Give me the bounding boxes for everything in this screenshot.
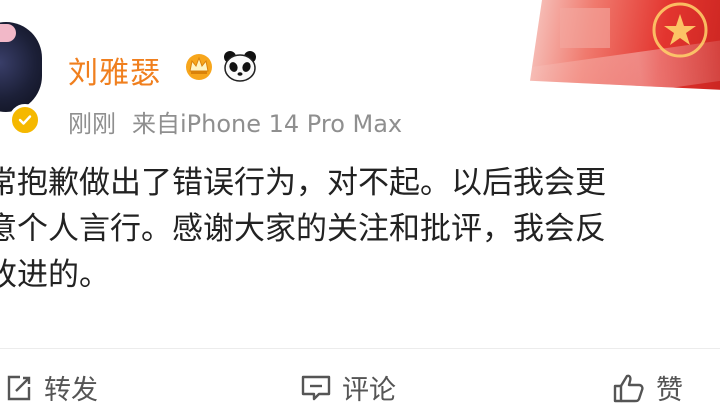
repost-label: 转发 (44, 375, 98, 406)
repost-button[interactable]: 转发 (4, 368, 98, 407)
post-content-line: 意个人言行。感谢大家的关注和批评，我会反 (0, 211, 606, 247)
comment-label: 评论 (342, 375, 396, 406)
post-source[interactable]: 来自iPhone 14 Pro Max (132, 104, 402, 139)
panda-icon (222, 48, 258, 84)
post-content-line: 常抱歉做出了错误行为，对不起。以后我会更 (0, 165, 606, 201)
username[interactable]: 刘雅瑟 (68, 48, 161, 92)
divider (0, 348, 720, 349)
comment-button[interactable]: 评论 (300, 368, 396, 407)
header-banner-image (530, 0, 720, 91)
post-time: 刚刚 (68, 110, 116, 138)
post-content: 常抱歉做出了错误行为，对不起。以后我会更 意个人言行。感谢大家的关注和批评，我会… (0, 160, 720, 298)
repost-icon (4, 373, 34, 403)
like-icon (612, 372, 646, 404)
post-content-line: 改进的。 (0, 257, 110, 293)
comment-icon (300, 373, 332, 403)
verified-badge-icon (9, 104, 41, 136)
avatar[interactable] (0, 22, 42, 112)
vip-crown-icon[interactable] (183, 50, 215, 82)
avatar-decoration (0, 24, 16, 42)
post-meta: 刚刚 来自iPhone 14 Pro Max (68, 104, 402, 139)
like-button[interactable]: 赞 (612, 368, 683, 407)
like-label: 赞 (656, 375, 683, 406)
